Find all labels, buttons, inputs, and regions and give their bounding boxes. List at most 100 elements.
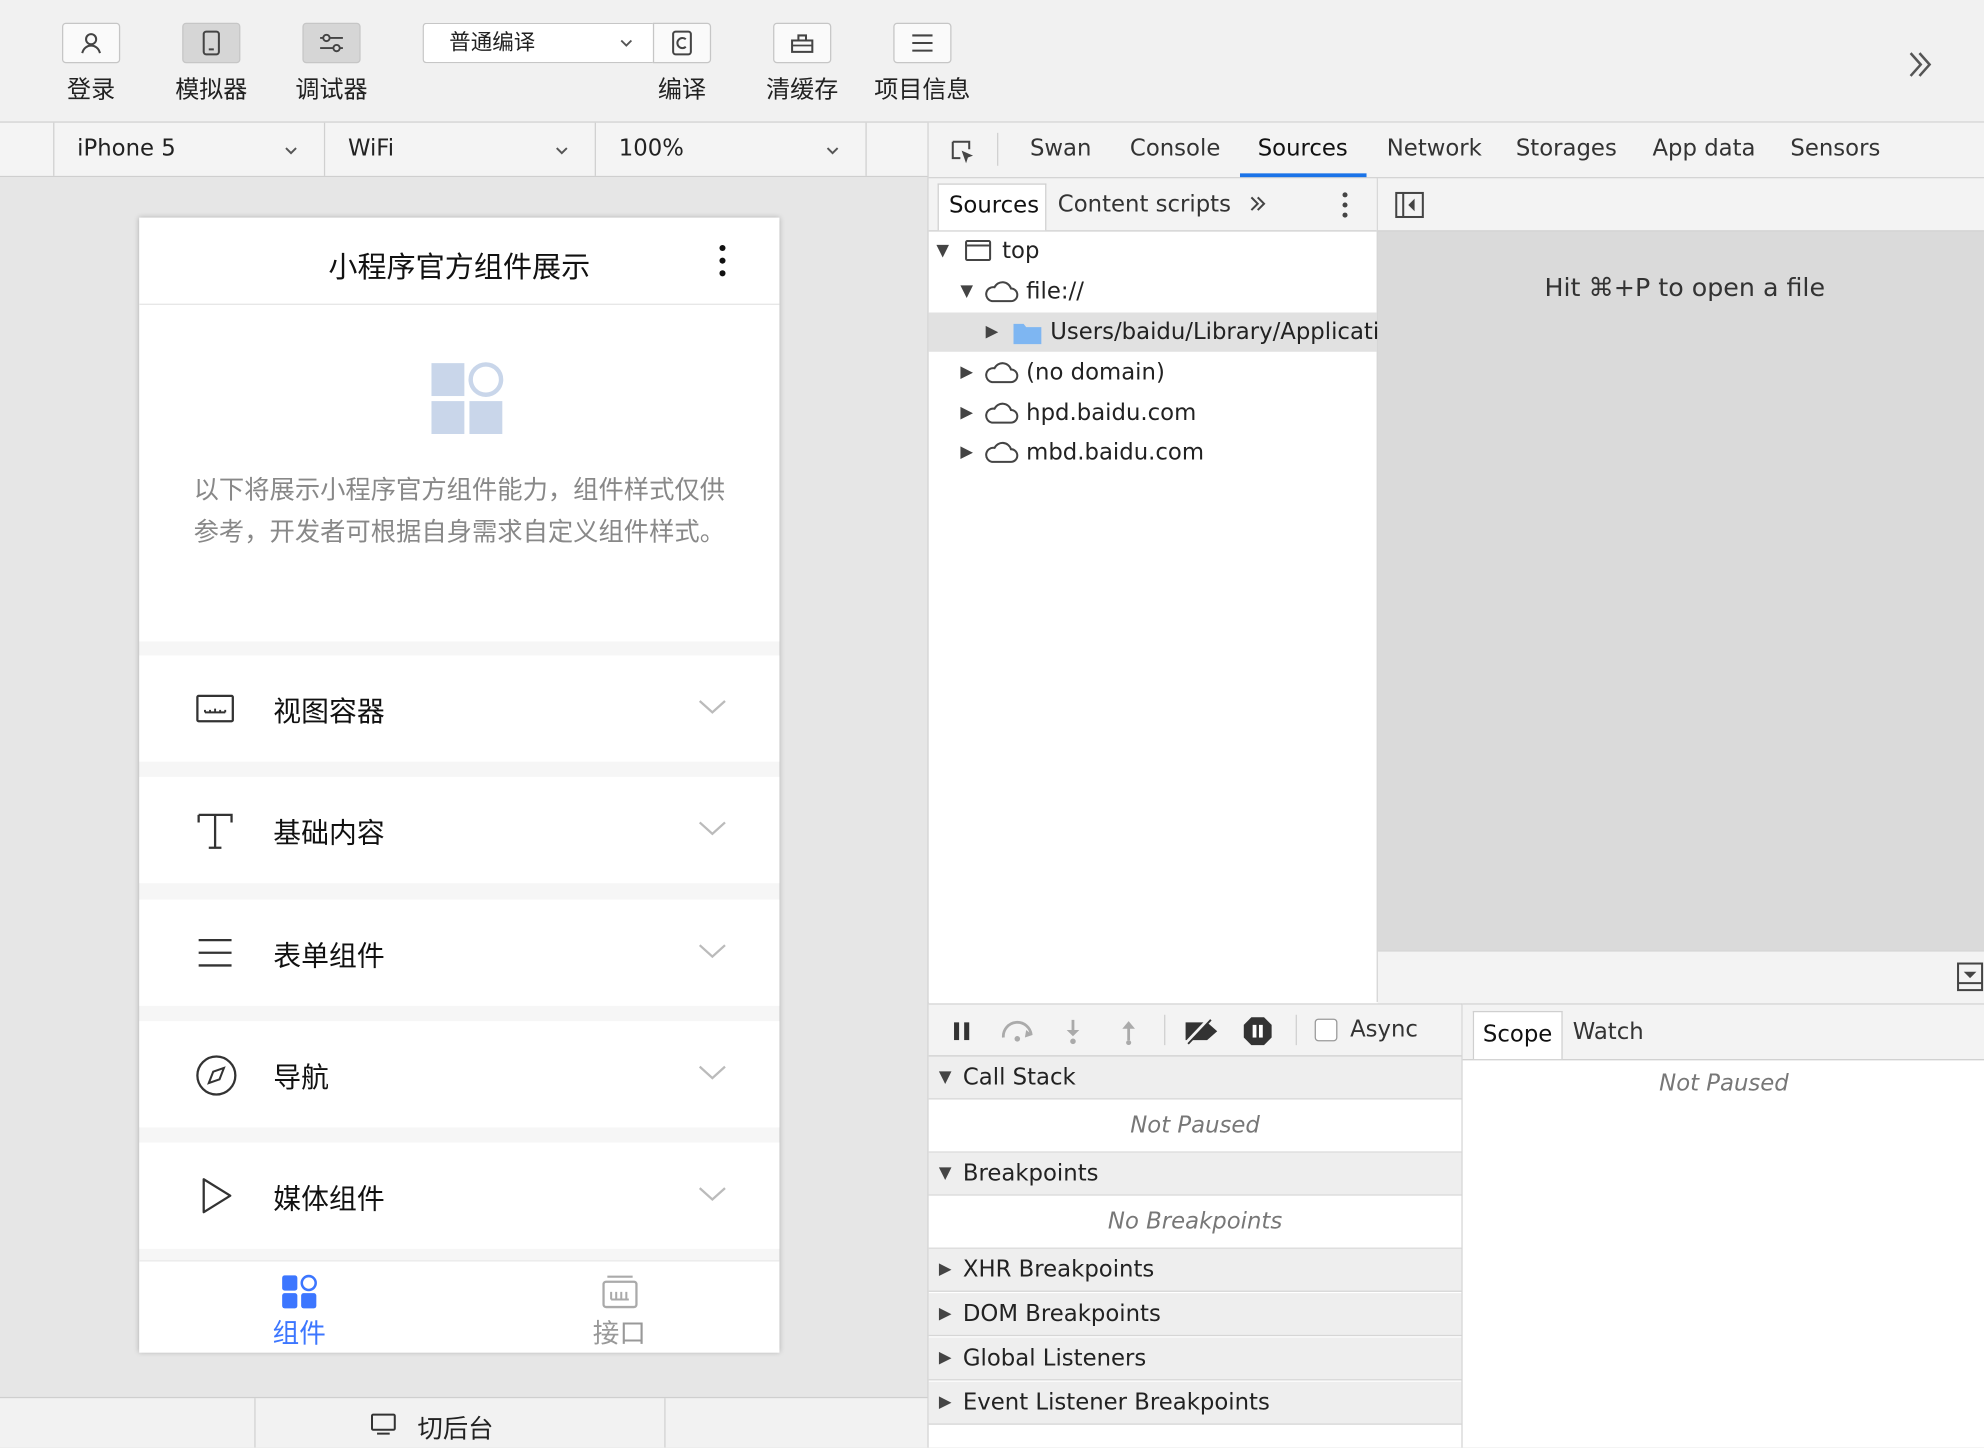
chevron-down-icon [556, 147, 568, 155]
navigator-tab-sources[interactable]: Sources [937, 183, 1047, 231]
compile-mode-select[interactable]: 普通编译 [422, 22, 653, 64]
component-row-basic-content[interactable]: 基础内容 [139, 776, 780, 884]
tab-storages[interactable]: Storages [1516, 135, 1617, 162]
tab-network[interactable]: Network [1387, 135, 1482, 162]
component-row-view-container[interactable]: 视图容器 [139, 655, 780, 762]
zoom-select[interactable]: 100% [594, 122, 867, 176]
project-info-button[interactable] [893, 22, 952, 64]
cloud-icon [985, 362, 1019, 384]
tab-app-data[interactable]: App data [1652, 135, 1755, 162]
intro-section: 以下将展示小程序官方组件能力，组件样式仅供参考，开发者可根据自身需求自定义组件样… [139, 304, 780, 642]
component-row-form[interactable]: 表单组件 [139, 899, 780, 1006]
step-over-icon[interactable] [1000, 1020, 1038, 1043]
toggle-navigator-icon[interactable] [1394, 191, 1424, 219]
tab-api-label: 接口 [592, 1318, 646, 1349]
simulator-button[interactable] [182, 22, 241, 64]
dom-breakpoints-title: DOM Breakpoints [962, 1300, 1161, 1328]
tab-components[interactable]: 组件 [139, 1262, 459, 1353]
async-checkbox[interactable] [1314, 1018, 1338, 1042]
expanded-triangle-icon: ▼ [938, 1164, 952, 1184]
breakpoints-header[interactable]: ▼ Breakpoints [928, 1152, 1462, 1196]
background-switch-button[interactable]: 切后台 [254, 1398, 666, 1448]
tab-api[interactable]: 接口 [459, 1262, 779, 1353]
tab-swan[interactable]: Swan [1030, 135, 1091, 162]
deactivate-breakpoints-icon[interactable] [1182, 1017, 1222, 1045]
inspect-element-icon[interactable] [949, 138, 977, 166]
tree-item-users-folder[interactable]: ▶ Users/baidu/Library/Applicatio [928, 312, 1393, 352]
clear-cache-button[interactable] [773, 22, 832, 64]
editor-toolbar [1377, 178, 1984, 232]
text-icon [197, 813, 233, 849]
chevron-down-icon [620, 39, 633, 47]
call-stack-title: Call Stack [962, 1064, 1076, 1091]
step-out-icon[interactable] [1119, 1017, 1139, 1046]
editor-empty-area: Hit ⌘+P to open a file [1377, 231, 1984, 951]
step-into-icon[interactable] [1063, 1017, 1083, 1045]
navigator-tab-bar: Sources Content scripts [928, 178, 1377, 232]
network-select[interactable]: WiFi [323, 122, 595, 176]
tree-item-label: top [1002, 237, 1040, 265]
tree-item-mbd[interactable]: ▶ mbd.baidu.com [929, 433, 1377, 472]
tree-item-label: file:// [1026, 278, 1084, 305]
expanded-triangle-icon: ▼ [938, 1067, 952, 1087]
main-toolbar: 登录 模拟器 调试器 普通编译 编译 清缓存 项目信息 [0, 0, 1984, 123]
global-listeners-title: Global Listeners [962, 1345, 1147, 1372]
more-vertical-icon[interactable] [716, 243, 729, 281]
compile-icon [672, 30, 692, 56]
zoom-value: 100% [618, 135, 684, 162]
tab-components-label: 组件 [272, 1318, 326, 1349]
compass-icon [196, 1055, 237, 1096]
breakpoints-status: No Breakpoints [928, 1195, 1462, 1249]
frame-icon [965, 240, 992, 262]
login-button[interactable] [61, 22, 121, 64]
dom-breakpoints-header[interactable]: ▶ DOM Breakpoints [928, 1293, 1462, 1337]
debugger-toolbar: Async [928, 1004, 1462, 1057]
collapsed-triangle-icon: ▶ [938, 1260, 952, 1280]
phone-screen: 小程序官方组件展示 以下将展示小程序官方组件能力，组件样式仅供参考，开发者可根据… [139, 217, 780, 1353]
tree-item-file[interactable]: ▼ file:// [929, 272, 1377, 311]
collapsed-triangle-icon: ▶ [960, 363, 974, 383]
collapsed-triangle-icon: ▶ [938, 1348, 952, 1368]
cloud-icon [985, 281, 1019, 303]
api-tab-icon [602, 1275, 638, 1309]
tree-item-label: mbd.baidu.com [1026, 439, 1205, 466]
component-row-navigation[interactable]: 导航 [139, 1021, 780, 1128]
more-tools-icon[interactable] [1900, 46, 1938, 84]
navigator-tab-content-scripts[interactable]: Content scripts [1058, 191, 1231, 218]
event-listener-breakpoints-title: Event Listener Breakpoints [962, 1389, 1270, 1416]
chevron-down-icon [698, 821, 726, 836]
tab-console[interactable]: Console [1130, 135, 1220, 162]
chevron-down-icon [698, 700, 726, 714]
more-vertical-icon[interactable] [1340, 191, 1350, 219]
component-row-media[interactable]: 媒体组件 [139, 1142, 780, 1249]
pause-icon[interactable] [950, 1020, 973, 1043]
tab-sources[interactable]: Sources [1258, 135, 1348, 162]
tab-scope[interactable]: Scope [1472, 1010, 1563, 1060]
pause-on-exceptions-icon[interactable] [1243, 1016, 1273, 1046]
call-stack-header[interactable]: ▼ Call Stack [928, 1056, 1462, 1100]
tree-item-hpd[interactable]: ▶ hpd.baidu.com [929, 394, 1377, 433]
more-tabs-icon[interactable] [1248, 194, 1268, 214]
tree-item-no-domain[interactable]: ▶ (no domain) [929, 353, 1377, 392]
collapsed-triangle-icon: ▶ [960, 403, 974, 423]
component-row-label: 媒体组件 [273, 1184, 385, 1216]
breakpoints-title: Breakpoints [962, 1160, 1099, 1187]
compile-button[interactable] [652, 22, 712, 64]
tab-sensors[interactable]: Sensors [1790, 135, 1880, 162]
event-listener-breakpoints-header[interactable]: ▶ Event Listener Breakpoints [928, 1381, 1462, 1425]
global-listeners-header[interactable]: ▶ Global Listeners [928, 1337, 1462, 1381]
debugger-button[interactable] [302, 22, 361, 64]
intro-text: 以下将展示小程序官方组件能力，组件样式仅供参考，开发者可根据自身需求自定义组件样… [193, 474, 726, 547]
collapsed-triangle-icon: ▶ [985, 322, 999, 342]
scope-tab-bar: Scope Watch [1462, 1004, 1984, 1061]
device-select[interactable]: iPhone 5 [53, 122, 324, 176]
xhr-breakpoints-header[interactable]: ▶ XHR Breakpoints [928, 1248, 1462, 1292]
tab-watch[interactable]: Watch [1573, 1019, 1644, 1046]
call-stack-status: Not Paused [928, 1099, 1462, 1153]
toggle-debugger-icon[interactable] [1956, 962, 1984, 992]
tree-item-label: (no domain) [1026, 359, 1165, 386]
folder-icon [1013, 323, 1042, 345]
cloud-icon [985, 402, 1019, 424]
tree-item-top[interactable]: ▼ top [929, 232, 1377, 271]
sliders-icon [320, 33, 343, 53]
